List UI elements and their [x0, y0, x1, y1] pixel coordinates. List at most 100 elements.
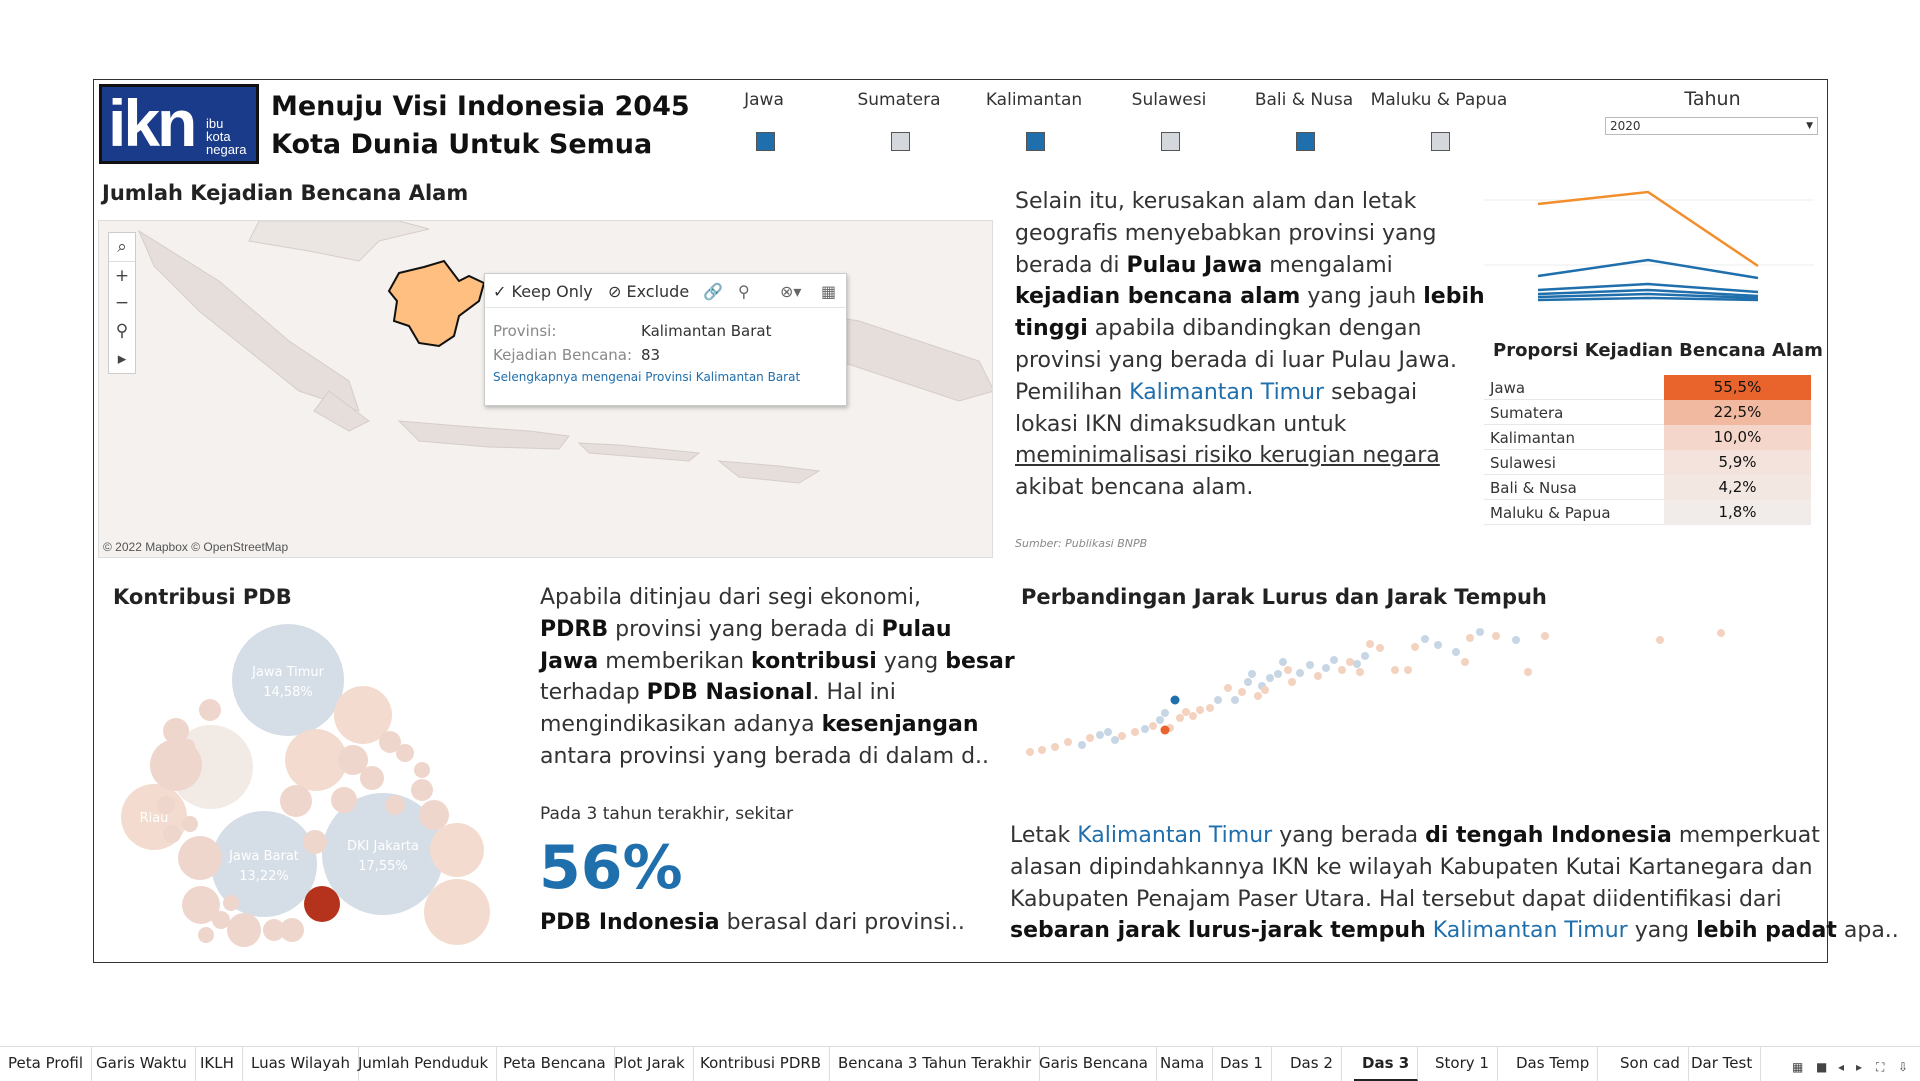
scatter-point[interactable]	[1476, 628, 1484, 636]
scatter-point[interactable]	[1346, 658, 1354, 666]
tab-peta-profil[interactable]: Peta Profil	[0, 1047, 92, 1081]
table-icon[interactable]: ▦	[821, 282, 836, 301]
tab-iklh[interactable]: IKLH	[192, 1047, 243, 1081]
scatter-point[interactable]	[1238, 688, 1246, 696]
scatter-point[interactable]	[1064, 738, 1072, 746]
tab-dar-test[interactable]: Dar Test	[1683, 1047, 1762, 1081]
scatter-point[interactable]	[1296, 669, 1304, 677]
group-icon[interactable]: 🔗	[703, 282, 723, 301]
scatter-point[interactable]	[1366, 640, 1374, 648]
exclude-button[interactable]: ⊘ Exclude	[608, 282, 689, 301]
scatter-point[interactable]	[1156, 716, 1164, 724]
tab-luas-wilayah[interactable]: Luas Wilayah	[243, 1047, 359, 1081]
tab-plot-jarak[interactable]: Plot Jarak	[606, 1047, 694, 1081]
scatter-point[interactable]	[1717, 629, 1725, 637]
tab-das-temp[interactable]: Das Temp	[1508, 1047, 1599, 1081]
scatter-point[interactable]	[1338, 666, 1346, 674]
scatter-point[interactable]	[1078, 741, 1086, 749]
scatter-point[interactable]	[1461, 658, 1469, 666]
scatter-point[interactable]	[1131, 728, 1139, 736]
film-view-icon[interactable]: ■	[1816, 1060, 1827, 1074]
tab-das-2[interactable]: Das 2	[1282, 1047, 1342, 1081]
scatter-point[interactable]	[1330, 656, 1338, 664]
tooltip-link[interactable]: Selengkapnya mengenai Provinsi Kalimanta…	[493, 370, 800, 384]
scatter-point[interactable]	[1111, 736, 1119, 744]
region-checkbox-bali-nusa[interactable]	[1296, 132, 1315, 151]
first-tab-icon[interactable]: ◂	[1838, 1060, 1844, 1074]
tab-peta-bencana[interactable]: Peta Bencana	[495, 1047, 615, 1081]
scatter-point[interactable]	[1322, 664, 1330, 672]
scatter-point[interactable]	[1356, 668, 1364, 676]
tab-bencana-3-tahun-terakhir[interactable]: Bencana 3 Tahun Terakhir	[830, 1047, 1041, 1081]
zoom-out-icon[interactable]: −	[109, 289, 135, 317]
scatter-point[interactable]	[1434, 641, 1442, 649]
scatter-point-highlight[interactable]	[1160, 725, 1170, 735]
scatter-point[interactable]	[1231, 696, 1239, 704]
scatter-point[interactable]	[1279, 658, 1287, 666]
scatter-point[interactable]	[1141, 725, 1149, 733]
region-checkbox-sulawesi[interactable]	[1161, 132, 1180, 151]
tab-story-1[interactable]: Story 1	[1427, 1047, 1498, 1081]
scatter-point[interactable]	[1361, 652, 1369, 660]
scatter-point[interactable]	[1161, 709, 1169, 717]
scatter-point[interactable]	[1284, 666, 1292, 674]
scatter-point[interactable]	[1051, 743, 1059, 751]
scatter-point[interactable]	[1189, 712, 1197, 720]
scatter-point[interactable]	[1391, 666, 1399, 674]
tab-kontribusi-pdrb[interactable]: Kontribusi PDRB	[692, 1047, 831, 1081]
scatter-point[interactable]	[1314, 672, 1322, 680]
region-checkbox-kalimantan[interactable]	[1026, 132, 1045, 151]
scatter-point[interactable]	[1118, 732, 1126, 740]
scatter-point[interactable]	[1196, 706, 1204, 714]
scatter-point[interactable]	[1656, 636, 1664, 644]
fullscreen-icon[interactable]: ⛶	[1876, 1060, 1884, 1075]
scatter-point[interactable]	[1288, 678, 1296, 686]
scatter-point[interactable]	[1512, 636, 1520, 644]
scatter-point[interactable]	[1176, 714, 1184, 722]
set-icon[interactable]: ⊗▾	[780, 282, 801, 301]
pin-icon[interactable]: ⚲	[109, 317, 135, 345]
scatter-point[interactable]	[1149, 722, 1157, 730]
scatter-point[interactable]	[1411, 643, 1419, 651]
search-icon[interactable]: ⌕	[109, 233, 135, 261]
scatter-point[interactable]	[1182, 708, 1190, 716]
tab-garis-waktu[interactable]: Garis Waktu	[88, 1047, 196, 1081]
info-icon[interactable]: ⚲	[738, 282, 750, 301]
scatter-point[interactable]	[1096, 731, 1104, 739]
tab-garis-bencana[interactable]: Garis Bencana	[1031, 1047, 1157, 1081]
scatter-point[interactable]	[1104, 728, 1112, 736]
scatter-point[interactable]	[1541, 632, 1549, 640]
zoom-in-icon[interactable]: +	[109, 261, 135, 289]
grid-view-icon[interactable]: ▦	[1792, 1060, 1803, 1074]
tab-jumlah-penduduk[interactable]: Jumlah Penduduk	[350, 1047, 498, 1081]
scatter-point[interactable]	[1274, 670, 1282, 678]
scatter-point[interactable]	[1170, 695, 1180, 705]
map-region-kalimantan-barat[interactable]	[387, 259, 486, 348]
scatter-point[interactable]	[1206, 704, 1214, 712]
scatter-point[interactable]	[1214, 696, 1222, 704]
scatter-point[interactable]	[1452, 648, 1460, 656]
tab-nama[interactable]: Nama	[1152, 1047, 1214, 1081]
scatter-point[interactable]	[1248, 670, 1256, 678]
scatter-point[interactable]	[1244, 678, 1252, 686]
year-select[interactable]: 2020 ▼	[1605, 117, 1818, 135]
scatter-point[interactable]	[1026, 748, 1034, 756]
region-checkbox-jawa[interactable]	[756, 132, 775, 151]
scatter-point[interactable]	[1306, 661, 1314, 669]
play-icon[interactable]: ▸	[109, 345, 135, 373]
tab-son-cad[interactable]: Son cad	[1612, 1047, 1689, 1081]
scatter-point[interactable]	[1086, 734, 1094, 742]
scatter-point[interactable]	[1376, 644, 1384, 652]
scatter-point[interactable]	[1492, 632, 1500, 640]
present-icon[interactable]: ⇩	[1898, 1060, 1908, 1074]
scatter-point[interactable]	[1524, 668, 1532, 676]
region-checkbox-maluku-papua[interactable]	[1431, 132, 1450, 151]
scatter-point[interactable]	[1353, 660, 1361, 668]
tab-das-1[interactable]: Das 1	[1212, 1047, 1272, 1081]
scatter-point[interactable]	[1466, 634, 1474, 642]
scatter-point[interactable]	[1421, 635, 1429, 643]
scatter-point[interactable]	[1261, 686, 1269, 694]
scatter-point[interactable]	[1038, 746, 1046, 754]
region-checkbox-sumatera[interactable]	[891, 132, 910, 151]
keep-only-button[interactable]: ✓ Keep Only	[493, 282, 593, 301]
